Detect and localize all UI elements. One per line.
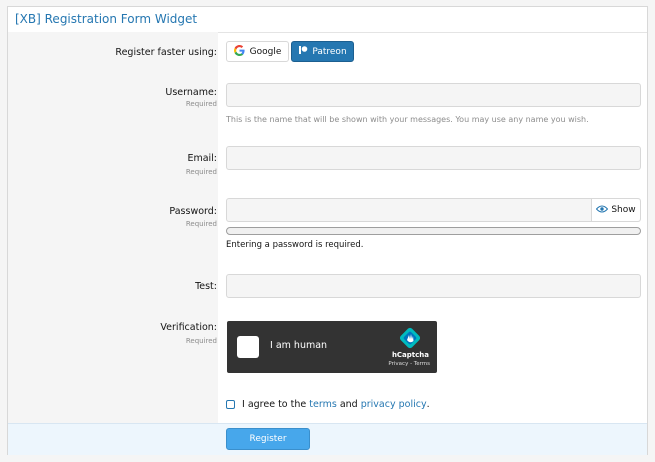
agree-suffix: . [426,399,430,410]
test-label: Test: [195,281,217,292]
captcha-checkbox[interactable] [237,336,259,358]
password-strength-meter [226,227,641,235]
captcha-brand: hCaptcha [391,351,429,359]
password-field-group: Show [226,198,641,222]
patreon-label: Patreon [312,46,347,57]
username-required-hint: Required [185,100,217,108]
google-icon [233,44,245,59]
password-label: Password: [169,206,217,217]
username-explain: This is the name that will be shown with… [226,115,589,124]
widget-title: [XB] Registration Form Widget [8,7,647,33]
eye-icon [596,205,609,216]
email-input[interactable] [226,146,641,170]
email-label: Email: [187,153,217,164]
show-password-button[interactable]: Show [591,199,640,221]
privacy-policy-link[interactable]: privacy policy [361,399,427,410]
agree-and: and [339,399,358,410]
captcha-text: I am human [270,340,328,351]
password-input[interactable] [227,199,591,221]
verification-required-hint: Required [185,337,217,345]
agree-checkbox[interactable] [226,400,235,409]
captcha-privacy-terms-link[interactable]: Privacy - Terms [388,361,430,367]
google-login-button[interactable]: Google [226,41,289,62]
password-strength-text: Entering a password is required. [226,240,364,250]
username-input[interactable] [226,83,641,107]
email-required-hint: Required [185,168,217,176]
username-label: Username: [165,87,217,98]
registration-widget: [XB] Registration Form Widget Register f… [7,6,648,455]
terms-link[interactable]: terms [309,399,337,410]
patreon-login-button[interactable]: Patreon [291,41,354,62]
patreon-icon [298,45,308,58]
password-required-hint: Required [185,220,217,228]
verification-label: Verification: [160,322,217,333]
agree-row: I agree to the terms and privacy policy. [226,399,430,410]
register-button[interactable]: Register [226,428,310,450]
show-password-label: Show [611,205,636,215]
hcaptcha-widget: I am human hCaptcha Privacy - Terms [227,321,437,373]
test-input[interactable] [226,274,641,298]
social-label: Register faster using: [115,47,217,58]
form-footer: Register [8,423,647,455]
agree-prefix: I agree to the [242,399,307,410]
hcaptcha-logo-icon [399,327,421,353]
google-label: Google [249,46,282,57]
